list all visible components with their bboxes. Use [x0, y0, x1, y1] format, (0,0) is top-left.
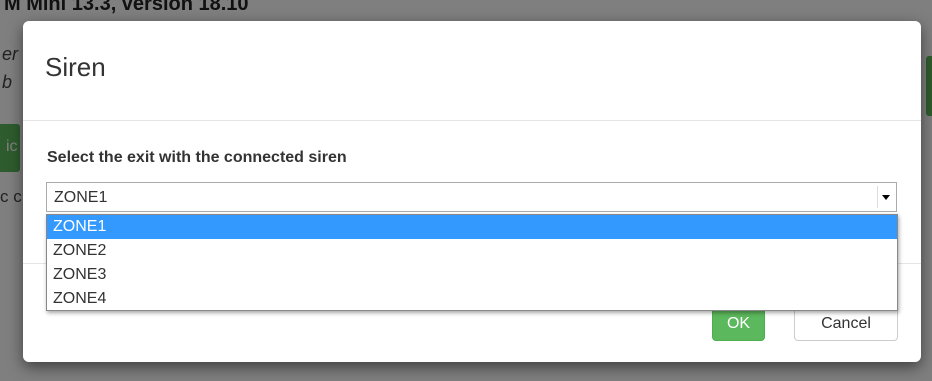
dropdown-option-zone4[interactable]: ZONE4 — [47, 287, 897, 311]
dropdown-option-zone2[interactable]: ZONE2 — [47, 239, 897, 263]
modal-header: Siren — [23, 21, 921, 121]
cancel-button[interactable]: Cancel — [794, 307, 898, 341]
exit-select-value: ZONE1 — [54, 189, 108, 206]
chevron-down-icon[interactable] — [877, 186, 894, 208]
exit-select-dropdown: ZONE1 ZONE2 ZONE3 ZONE4 — [46, 214, 898, 311]
ok-button[interactable]: OK — [712, 307, 765, 341]
dropdown-option-zone3[interactable]: ZONE3 — [47, 263, 897, 287]
exit-select-label: Select the exit with the connected siren — [47, 149, 347, 166]
dropdown-option-zone1[interactable]: ZONE1 — [47, 215, 897, 239]
modal-title: Siren — [45, 52, 106, 82]
exit-select[interactable]: ZONE1 — [46, 182, 897, 212]
